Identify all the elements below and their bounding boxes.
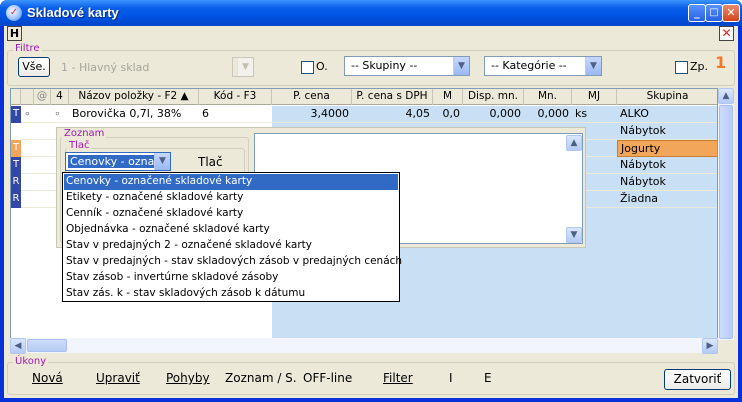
row-price-vat: 4,05 <box>405 107 431 120</box>
row-type-badge: R <box>11 191 21 208</box>
row-qty: 0,000 <box>537 107 570 120</box>
record-counter: 1 <box>715 53 727 72</box>
col-qty-header[interactable]: Mn. <box>524 89 572 105</box>
col-flag-header <box>21 89 34 105</box>
horizontal-scrollbar[interactable]: ◀ ▶ <box>10 338 718 354</box>
col-at-header[interactable]: @ <box>34 89 51 105</box>
maximize-button[interactable]: □ <box>705 4 723 22</box>
filter-button[interactable]: Filter <box>383 371 413 385</box>
scroll-thumb[interactable] <box>719 105 733 339</box>
dropdown-option[interactable]: Cenovky - označené skladové karty <box>64 174 398 190</box>
row-code: 6 <box>202 107 209 120</box>
minimize-button[interactable]: _ <box>688 4 706 22</box>
row-group: ALKO <box>620 107 649 120</box>
print-type-dropdown-list[interactable]: Cenovky - označené skladové karty Etiket… <box>62 172 402 302</box>
zp-checkbox[interactable] <box>675 61 688 74</box>
row-flag-icon: ∘ <box>24 107 31 120</box>
dropdown-option[interactable]: Stav zás. k - stav skladových zásob k dá… <box>64 286 398 302</box>
filter-legend: Filtre <box>13 43 42 54</box>
category-combo-value: -- Kategórie -- <box>491 59 567 72</box>
print-type-combo[interactable]: Cenovky - označe ▼ <box>65 152 171 171</box>
row-group: Žiadna <box>620 192 659 205</box>
hscroll-thumb[interactable] <box>27 339 67 352</box>
col-price-vat-header[interactable]: P. cena s DPH <box>352 89 433 105</box>
print-button[interactable]: Tlač <box>198 155 223 169</box>
chevron-down-icon: ▼ <box>453 57 469 75</box>
row-group: Nábytok <box>620 124 666 137</box>
col-name-header[interactable]: Názov položky - F2 ▲ <box>69 89 199 105</box>
col-m-header[interactable]: M <box>433 89 463 105</box>
list-button[interactable]: Zoznam / S. <box>225 371 297 385</box>
row-group: Jogurty <box>617 140 717 157</box>
menu-h-button[interactable]: H <box>7 26 22 41</box>
row-type-badge: R <box>11 174 21 191</box>
row-price: 3,4000 <box>310 107 350 120</box>
dropdown-option[interactable]: Cenník - označené skladové karty <box>64 206 398 222</box>
groups-combo-value: -- Skupiny -- <box>351 59 418 72</box>
dropdown-option[interactable]: Stav v predajných 2 - označené skladové … <box>64 238 398 254</box>
row-indicator-header <box>11 89 21 105</box>
edit-button[interactable]: Upraviť <box>96 371 140 385</box>
title-bar[interactable]: ✓ Skladové karty _ □ ✕ <box>0 0 742 26</box>
table-row[interactable]: T ∘ ∘ Borovička 0,7l, 38% 6 3,4000 4,05 … <box>11 106 717 123</box>
zp-checkbox-label: Zp. <box>690 60 709 73</box>
col-code-header[interactable]: Kód - F3 <box>199 89 272 105</box>
groups-combo[interactable]: -- Skupiny -- ▼ <box>344 56 470 76</box>
row-type-badge: T <box>11 157 21 174</box>
application-window: ✓ Skladové karty _ □ ✕ H ✕ Filtre Vše. 1… <box>0 0 742 402</box>
row-type-badge <box>11 123 21 140</box>
row-m: 0,0 <box>442 107 461 120</box>
row-group: Nábytok <box>620 175 666 188</box>
col-4-header[interactable]: 4 <box>51 89 69 105</box>
moves-button[interactable]: Pohyby <box>166 371 210 385</box>
app-icon: ✓ <box>6 5 22 21</box>
chevron-down-icon: ▼ <box>237 58 253 76</box>
col-price-header[interactable]: P. cena <box>272 89 352 105</box>
grid-header: @ 4 Názov položky - F2 ▲ Kód - F3 P. cen… <box>11 89 717 105</box>
all-button[interactable]: Vše. <box>18 57 50 77</box>
new-button[interactable]: Nová <box>32 371 63 385</box>
scroll-right-icon[interactable]: ▶ <box>702 338 718 354</box>
e-button[interactable]: E <box>484 371 492 385</box>
scroll-up-icon[interactable]: ▲ <box>566 135 582 151</box>
vertical-scrollbar[interactable]: ▲ <box>718 88 734 340</box>
row-group: Nábytok <box>620 158 666 171</box>
tlac-legend: Tlač <box>67 140 92 151</box>
row-type-badge: T <box>11 140 21 157</box>
col-mj-header[interactable]: MJ <box>572 89 617 105</box>
zoznam-legend: Zoznam <box>62 128 107 139</box>
row-disp: 0,000 <box>489 107 522 120</box>
scroll-down-icon[interactable]: ▼ <box>566 227 582 243</box>
dropdown-option[interactable]: Objednávka - označené skladové karty <box>64 222 398 238</box>
chevron-down-icon: ▼ <box>585 57 601 75</box>
col-group-header[interactable]: Skupina <box>617 89 717 105</box>
col-disp-header[interactable]: Disp. mn. <box>463 89 524 105</box>
category-combo[interactable]: -- Kategórie -- ▼ <box>484 56 602 76</box>
row-dot-icon: ∘ <box>54 107 61 120</box>
store-combo: ▼ <box>232 57 254 77</box>
i-button[interactable]: I <box>449 371 453 385</box>
row-type-badge: T <box>11 106 21 123</box>
dropdown-option[interactable]: Etikety - označené skladové karty <box>64 190 398 206</box>
scroll-up-icon[interactable]: ▲ <box>718 88 734 104</box>
store-label: 1 - Hlavný sklad <box>61 61 150 74</box>
o-checkbox[interactable] <box>301 61 314 74</box>
actions-legend: Úkony <box>13 356 49 367</box>
menu-close-icon[interactable]: ✕ <box>719 26 734 41</box>
chevron-down-icon: ▼ <box>154 153 170 170</box>
close-dialog-button[interactable]: Zatvoriť <box>664 369 731 390</box>
dropdown-option[interactable]: Stav v predajných - stav skladových záso… <box>64 254 402 270</box>
o-checkbox-label: O. <box>316 60 328 73</box>
scroll-left-icon[interactable]: ◀ <box>10 338 26 354</box>
row-mj: ks <box>575 107 588 120</box>
row-name: Borovička 0,7l, 38% <box>72 107 182 120</box>
dropdown-option[interactable]: Stav zásob - invertúrne skladové zásoby <box>64 270 398 286</box>
close-button[interactable]: ✕ <box>722 4 740 22</box>
window-title: Skladové karty <box>27 5 119 20</box>
offline-button[interactable]: OFF-line <box>303 371 352 385</box>
